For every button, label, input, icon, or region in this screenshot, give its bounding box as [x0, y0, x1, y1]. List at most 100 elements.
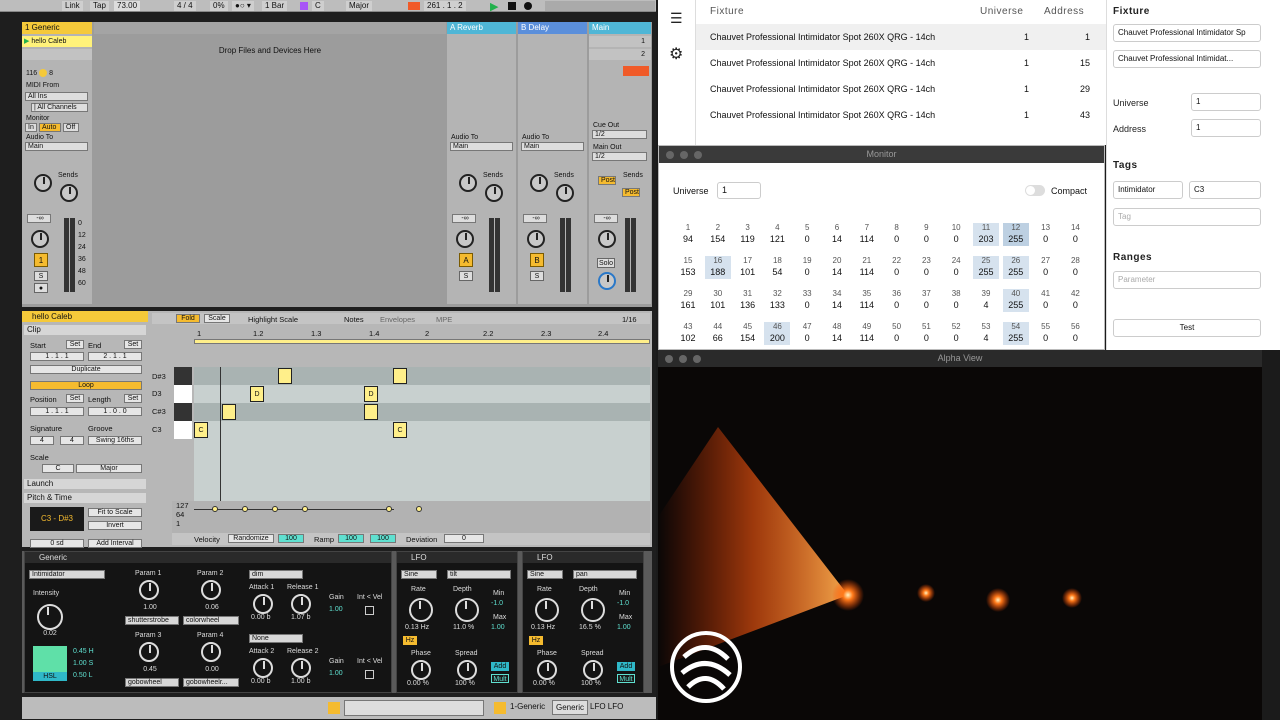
- stop-all-icon[interactable]: [623, 66, 649, 76]
- waveform-select[interactable]: Sine: [527, 570, 563, 579]
- set-end-button[interactable]: Set: [124, 340, 142, 349]
- param3-knob[interactable]: [139, 642, 159, 662]
- zoom-icon[interactable]: [693, 355, 701, 363]
- param2-knob[interactable]: [201, 580, 221, 600]
- param4-select[interactable]: gobowheelr...: [183, 678, 239, 687]
- depth-knob[interactable]: [581, 598, 605, 622]
- invert-button[interactable]: Invert: [88, 521, 142, 530]
- monitor-in[interactable]: In: [25, 123, 37, 132]
- duplicate-button[interactable]: Duplicate: [30, 365, 142, 374]
- device-title[interactable]: LFO: [397, 552, 517, 563]
- solo-button[interactable]: Solo: [597, 258, 615, 268]
- solo-button[interactable]: S: [459, 271, 473, 281]
- tag-field[interactable]: C3: [1189, 181, 1261, 199]
- settings-icon[interactable]: ⚙: [669, 44, 683, 64]
- min-value[interactable]: -1.0: [617, 600, 629, 607]
- address-field[interactable]: 1: [1191, 119, 1261, 137]
- cue-volume-knob[interactable]: [598, 272, 616, 290]
- audio-to-select[interactable]: Main: [450, 142, 513, 151]
- env2-select[interactable]: None: [249, 634, 303, 643]
- note-grid[interactable]: D D C C: [194, 367, 650, 501]
- attack2-knob[interactable]: [253, 658, 273, 678]
- fixture-row[interactable]: Chauvet Professional Intimidator Spot 26…: [696, 102, 1106, 128]
- fixture-row[interactable]: Chauvet Professional Intimidator Spot 26…: [696, 50, 1106, 76]
- volume-field[interactable]: -∞: [523, 214, 547, 223]
- env1-select[interactable]: dim: [249, 570, 303, 579]
- parameter-input[interactable]: Parameter: [1113, 271, 1261, 289]
- audio-to-select[interactable]: Main: [25, 142, 88, 151]
- tap-button[interactable]: Tap: [90, 1, 109, 11]
- phase-knob[interactable]: [411, 660, 431, 680]
- gain2-value[interactable]: 1.00: [329, 670, 343, 677]
- send-a-knob[interactable]: [34, 174, 52, 192]
- close-icon[interactable]: [666, 151, 674, 159]
- attack1-knob[interactable]: [253, 594, 273, 614]
- fixture-select[interactable]: Intimidator: [29, 570, 105, 579]
- note[interactable]: [393, 368, 407, 384]
- pan-knob[interactable]: [598, 230, 616, 248]
- follow-icon[interactable]: [408, 2, 420, 10]
- arrangement-icon[interactable]: [328, 702, 340, 714]
- note[interactable]: D: [250, 386, 264, 402]
- velocity-field[interactable]: 100: [278, 534, 304, 543]
- close-icon[interactable]: [665, 355, 673, 363]
- scale-select[interactable]: Major: [346, 1, 373, 11]
- add-button[interactable]: Add: [617, 662, 635, 671]
- menu-icon[interactable]: ☰: [670, 10, 683, 27]
- clip-title[interactable]: hello Caleb: [22, 311, 148, 322]
- velocity-point[interactable]: [272, 506, 278, 512]
- ramp-end[interactable]: 100: [370, 534, 396, 543]
- gain1-value[interactable]: 1.00: [329, 606, 343, 613]
- track-title[interactable]: Main: [589, 22, 651, 34]
- zoom-icon[interactable]: [694, 151, 702, 159]
- mpe-tab[interactable]: MPE: [436, 315, 452, 324]
- clip-slot[interactable]: ▶ hello Caleb: [22, 36, 92, 47]
- end-field[interactable]: 2 . 1 . 1: [88, 352, 142, 361]
- waveform-select[interactable]: Sine: [401, 570, 437, 579]
- fixture-row[interactable]: Chauvet Professional Intimidator Spot 26…: [696, 24, 1106, 50]
- note[interactable]: [278, 368, 292, 384]
- fixture-name-field[interactable]: Chauvet Professional Intimidator Sp: [1113, 24, 1261, 42]
- minimize-icon[interactable]: [679, 355, 687, 363]
- main-out-select[interactable]: 1/2: [592, 152, 647, 161]
- set-start-button[interactable]: Set: [66, 340, 84, 349]
- velocity-point[interactable]: [416, 506, 422, 512]
- loop-button[interactable]: Loop: [30, 381, 142, 390]
- send-b-knob[interactable]: [556, 184, 574, 202]
- midi-from-select[interactable]: All Ins: [25, 92, 88, 101]
- send-a-knob[interactable]: [530, 174, 548, 192]
- time-signature[interactable]: 4 / 4: [174, 1, 196, 11]
- alpha-titlebar[interactable]: Alpha View: [658, 350, 1262, 367]
- tag-field[interactable]: Intimidator: [1113, 181, 1183, 199]
- sig-numerator[interactable]: 4: [30, 436, 54, 445]
- deviation-field[interactable]: 0: [444, 534, 484, 543]
- track-title[interactable]: 1 Generic: [22, 22, 92, 34]
- song-position[interactable]: 261 . 1 . 2: [424, 1, 466, 11]
- min-value[interactable]: -1.0: [491, 600, 503, 607]
- stop-icon[interactable]: [508, 2, 516, 10]
- velocity-point[interactable]: [242, 506, 248, 512]
- groove-pct[interactable]: 0%: [210, 1, 228, 11]
- velocity-point[interactable]: [386, 506, 392, 512]
- velocity-point[interactable]: [212, 506, 218, 512]
- param2-select[interactable]: colorwheel: [183, 616, 239, 625]
- length-field[interactable]: 1 . 0 . 0: [88, 407, 142, 416]
- clip-section[interactable]: Clip: [24, 325, 146, 335]
- tempo-field[interactable]: 73.00: [114, 1, 141, 11]
- track-title[interactable]: A Reverb: [447, 22, 516, 34]
- target-select[interactable]: tilt: [447, 570, 511, 579]
- key-select[interactable]: C: [312, 1, 324, 11]
- universe-field[interactable]: 1: [1191, 93, 1261, 111]
- test-button[interactable]: Test: [1113, 319, 1261, 337]
- note[interactable]: [364, 404, 378, 420]
- solo-button[interactable]: S: [530, 271, 544, 281]
- saturation-value[interactable]: 1.00 S: [73, 660, 93, 667]
- universe-field[interactable]: 1: [717, 182, 761, 199]
- set-length-button[interactable]: Set: [124, 394, 142, 403]
- track-activator[interactable]: B: [530, 253, 544, 267]
- release1-knob[interactable]: [291, 594, 311, 614]
- envelopes-tab[interactable]: Envelopes: [380, 315, 415, 324]
- minimize-icon[interactable]: [680, 151, 688, 159]
- solo-button[interactable]: S: [34, 271, 48, 281]
- fold-button[interactable]: Fold: [176, 314, 200, 323]
